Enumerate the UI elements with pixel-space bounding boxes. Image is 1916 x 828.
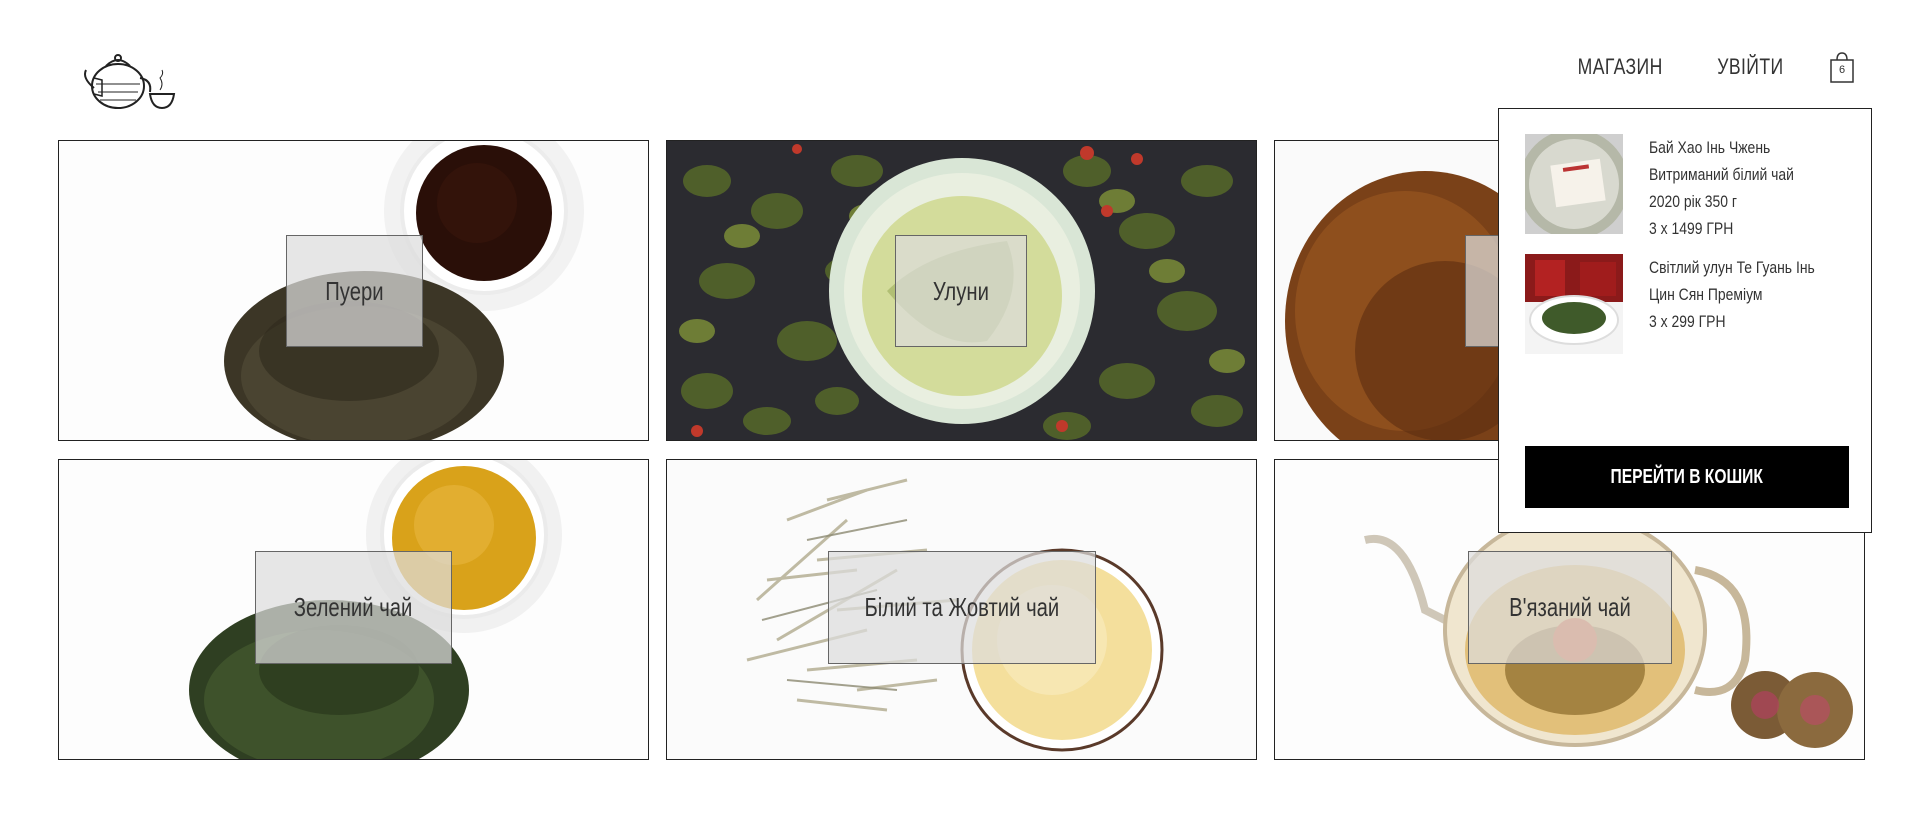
category-label: В'язаний чай (1468, 551, 1672, 664)
cart-item[interactable]: Світлий улун Те Гуань Інь Цин Сян Преміу… (1525, 254, 1869, 354)
nav-shop-link[interactable]: МАГАЗИН (1577, 54, 1662, 80)
category-label: Білий та Жовтий чай (828, 551, 1096, 664)
category-label: Пуери (286, 235, 423, 347)
category-tile-puer[interactable]: Пуери (58, 140, 649, 441)
mini-cart-popup: Бай Хао Інь Чжень Витриманий білий чай 2… (1498, 108, 1872, 533)
cart-item-title-line: 2020 рік 350 г (1649, 192, 1737, 211)
category-tile-green[interactable]: Зелений чай (58, 459, 649, 760)
cart-item[interactable]: Бай Хао Інь Чжень Витриманий білий чай 2… (1525, 134, 1869, 242)
go-to-cart-button[interactable]: ПЕРЕЙТИ В КОШИК (1525, 446, 1849, 508)
nav-login-link[interactable]: УВІЙТИ (1717, 54, 1783, 80)
category-label: Зелений чай (255, 551, 452, 664)
cart-item-title-line: Бай Хао Інь Чжень (1649, 138, 1771, 157)
cart-item-title-line: Світлий улун Те Гуань Інь (1649, 258, 1815, 277)
shopping-bag-icon[interactable]: 6 (1828, 50, 1856, 84)
cart-item-title-line: Цин Сян Преміум (1649, 285, 1763, 304)
main-nav: МАГАЗИН УВІЙТИ 6 (1567, 50, 1856, 84)
cart-item-qty-price: 3 x 299 ГРН (1649, 312, 1726, 331)
cart-item-details: Бай Хао Інь Чжень Витриманий білий чай 2… (1649, 134, 1869, 242)
cart-item-qty-price: 3 x 1499 ГРН (1649, 219, 1734, 238)
cart-item-thumbnail (1525, 254, 1623, 354)
cart-item-details: Світлий улун Те Гуань Інь Цин Сян Преміу… (1649, 254, 1869, 354)
cart-item-thumbnail (1525, 134, 1623, 234)
category-tile-white-yellow[interactable]: Білий та Жовтий чай (666, 459, 1257, 760)
cart-item-title-line: Витриманий білий чай (1649, 165, 1794, 184)
category-label: Улуни (895, 235, 1027, 347)
logo-teapot-icon[interactable] (80, 48, 180, 114)
category-tile-oolong[interactable]: Улуни (666, 140, 1257, 441)
cart-count-badge: 6 (1838, 64, 1846, 76)
